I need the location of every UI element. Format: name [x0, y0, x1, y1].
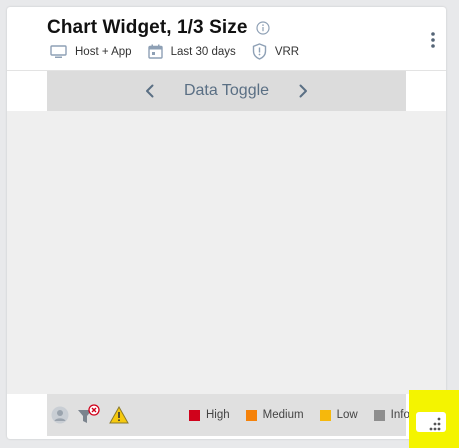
legend-swatch-low: [319, 409, 331, 421]
legend-item-low: Low: [319, 409, 358, 421]
info-icon[interactable]: [255, 21, 270, 35]
legend-swatch-high: [189, 409, 200, 421]
title-row: Chart Widget, 1/3 Size: [47, 17, 270, 39]
resize-grip-icon: [416, 412, 446, 432]
user-icon[interactable]: [51, 406, 69, 424]
calendar-icon: [147, 44, 163, 59]
range-meta: Last 30 days: [147, 44, 236, 59]
scope-meta: Host + App: [50, 44, 132, 59]
data-toggle-bar: Data Toggle: [47, 71, 406, 111]
data-toggle-label: Data Toggle: [183, 82, 270, 99]
legend-label-high: High: [206, 409, 230, 421]
legend-label-info: Info: [390, 409, 410, 421]
resize-handle[interactable]: [409, 390, 459, 448]
legend-swatch-medium: [245, 409, 257, 421]
legend-item-high: High: [189, 409, 230, 421]
chart-widget-card: Chart Widget, 1/3 Size Host + App Last 3…: [7, 7, 446, 439]
footer-icons: [51, 404, 137, 426]
chevron-right-icon[interactable]: [297, 83, 309, 99]
legend-label-medium: Medium: [262, 409, 304, 421]
meta-row: Host + App Last 30 days VRR: [50, 43, 315, 60]
legend-swatch-info: [373, 409, 385, 421]
filter-error-icon[interactable]: [77, 404, 101, 426]
warning-icon[interactable]: [109, 406, 129, 424]
monitor-icon: [50, 44, 67, 58]
range-label: Last 30 days: [170, 45, 236, 58]
legend-item-medium: Medium: [245, 409, 304, 421]
legend-item-info: Info: [373, 409, 410, 421]
scope-label: Host + App: [75, 45, 132, 58]
chart-area: [7, 111, 446, 394]
severity-legend: High Medium Low Info: [189, 409, 426, 421]
kebab-menu-icon[interactable]: [426, 31, 440, 49]
chevron-left-icon[interactable]: [144, 83, 156, 99]
shield-icon: [252, 43, 267, 60]
badge-label: VRR: [274, 45, 300, 58]
widget-title: Chart Widget, 1/3 Size: [47, 17, 248, 38]
badge-meta: VRR: [252, 43, 299, 60]
widget-footer: High Medium Low Info: [47, 394, 410, 436]
legend-label-low: Low: [336, 409, 358, 421]
